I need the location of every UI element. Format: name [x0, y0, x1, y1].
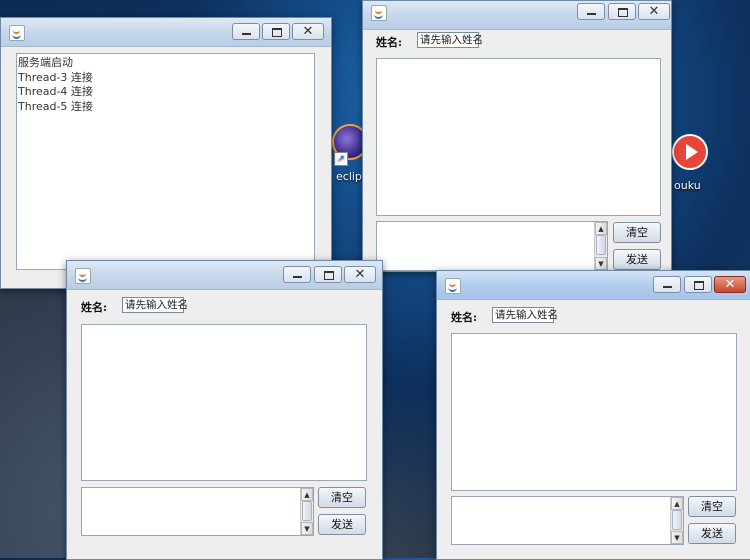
name-label: 姓名:: [451, 311, 478, 324]
message-input-area[interactable]: [451, 496, 684, 545]
maximize-icon: [618, 8, 628, 17]
title-bar[interactable]: ✕: [437, 271, 750, 300]
send-button[interactable]: 发送: [318, 514, 366, 535]
maximize-button[interactable]: [262, 23, 290, 40]
scroll-down-icon[interactable]: ▼: [301, 522, 313, 535]
client-window-1: ✕ 姓名: 请先输入姓名 ▲ ▼ 清空 发送: [362, 0, 672, 272]
shortcut-arrow-icon: ↗: [334, 152, 348, 166]
log-line: 服务端启动: [18, 56, 73, 69]
server-window: ✕ 服务端启动 Thread-3 连接 Thread-4 连接 Thread-5…: [0, 17, 332, 289]
youku-desktop-icon[interactable]: ouku: [670, 132, 720, 192]
minimize-icon: [663, 286, 672, 288]
clear-button[interactable]: 清空: [688, 496, 736, 517]
clear-button[interactable]: 清空: [318, 487, 366, 508]
name-input[interactable]: 请先输入姓名: [122, 297, 188, 313]
scroll-down-icon[interactable]: ▼: [595, 257, 607, 270]
close-icon: ✕: [354, 267, 366, 282]
youku-label: ouku: [674, 179, 701, 192]
log-line: Thread-4 连接: [18, 85, 93, 98]
minimize-icon: [293, 276, 302, 278]
java-app-icon: [9, 25, 25, 41]
scroll-up-icon[interactable]: ▲: [301, 488, 313, 501]
client-window-3: ✕ 姓名: 请先输入姓名 ▲ ▼ 清空 发送: [436, 270, 750, 560]
minimize-icon: [242, 33, 251, 35]
close-button[interactable]: ✕: [638, 3, 670, 20]
java-app-icon: [75, 268, 91, 284]
minimize-button[interactable]: [653, 276, 681, 293]
maximize-button[interactable]: [608, 3, 636, 20]
eclipse-label: eclip: [336, 170, 362, 183]
scroll-up-icon[interactable]: ▲: [595, 222, 607, 235]
maximize-button[interactable]: [684, 276, 712, 293]
scroll-thumb[interactable]: [596, 235, 606, 255]
minimize-button[interactable]: [577, 3, 605, 20]
minimize-button[interactable]: [283, 266, 311, 283]
input-scrollbar[interactable]: ▲ ▼: [594, 222, 607, 270]
scroll-thumb[interactable]: [672, 510, 682, 530]
message-input-area[interactable]: [376, 221, 608, 271]
close-icon: ✕: [648, 4, 660, 19]
message-display-area[interactable]: [81, 324, 367, 481]
minimize-button[interactable]: [232, 23, 260, 40]
java-app-icon: [371, 5, 387, 21]
name-label: 姓名:: [376, 36, 403, 49]
scroll-thumb[interactable]: [302, 501, 312, 521]
message-display-area[interactable]: [376, 58, 661, 216]
scroll-up-icon[interactable]: ▲: [671, 497, 683, 510]
close-button[interactable]: ✕: [344, 266, 376, 283]
name-label: 姓名:: [81, 301, 108, 314]
maximize-icon: [324, 271, 334, 280]
title-bar[interactable]: ✕: [1, 18, 331, 47]
send-button[interactable]: 发送: [613, 249, 661, 270]
log-line: Thread-3 连接: [18, 70, 93, 84]
close-button[interactable]: ✕: [292, 23, 324, 40]
input-scrollbar[interactable]: ▲ ▼: [670, 497, 683, 544]
scroll-down-icon[interactable]: ▼: [671, 531, 683, 544]
close-icon: ✕: [724, 277, 736, 292]
title-bar[interactable]: ✕: [363, 1, 671, 30]
send-button[interactable]: 发送: [688, 523, 736, 544]
message-display-area[interactable]: [451, 333, 737, 491]
maximize-button[interactable]: [314, 266, 342, 283]
maximize-icon: [272, 28, 282, 37]
client-window-2: ✕ 姓名: 请先输入姓名 ▲ ▼ 清空 发送: [66, 260, 383, 560]
close-icon: ✕: [302, 24, 314, 39]
name-input[interactable]: 请先输入姓名: [492, 307, 558, 323]
java-app-icon: [445, 278, 461, 294]
name-input[interactable]: 请先输入姓名: [417, 32, 483, 48]
close-button[interactable]: ✕: [714, 276, 746, 293]
log-line: Thread-5 连接: [18, 99, 93, 113]
title-bar[interactable]: ✕: [67, 261, 382, 290]
message-input-area[interactable]: [81, 487, 314, 536]
minimize-icon: [587, 13, 596, 15]
clear-button[interactable]: 清空: [613, 222, 661, 243]
server-log-area[interactable]: 服务端启动 Thread-3 连接 Thread-4 连接 Thread-5 连…: [16, 53, 315, 270]
input-scrollbar[interactable]: ▲ ▼: [300, 488, 313, 535]
maximize-icon: [694, 281, 704, 290]
youku-play-icon: [672, 134, 708, 170]
